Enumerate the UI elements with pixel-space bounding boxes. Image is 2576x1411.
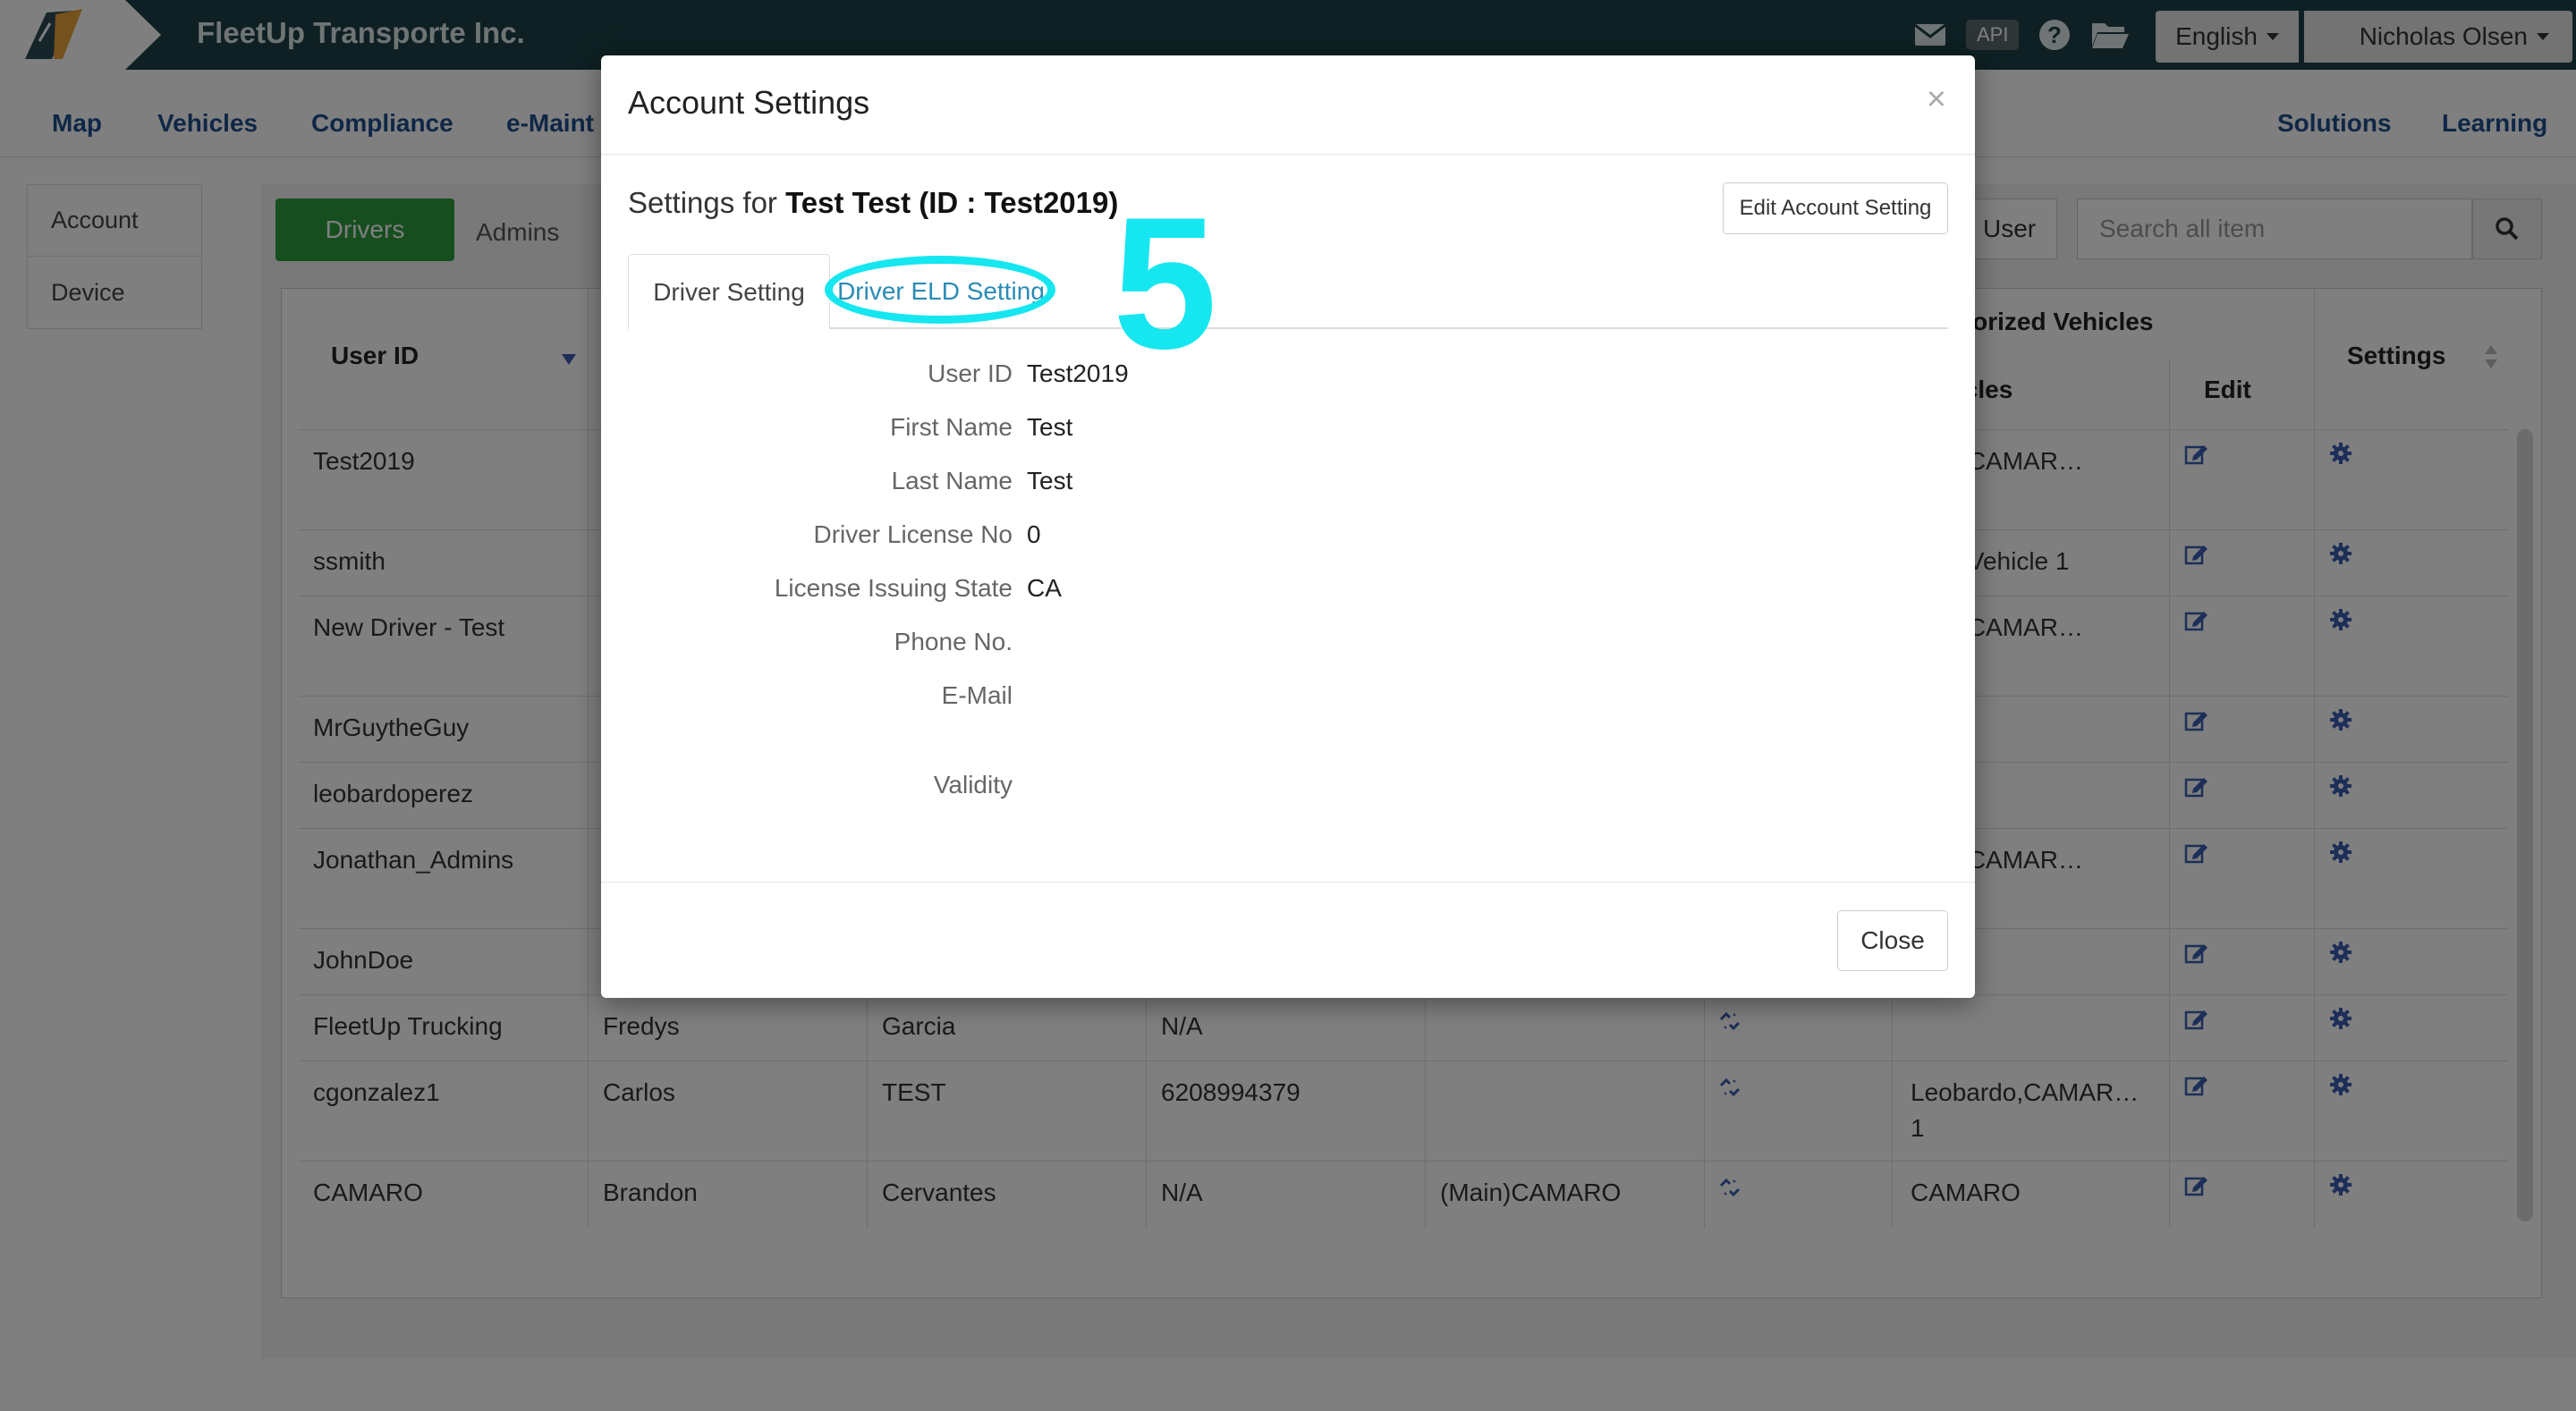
field-value: Test2019 <box>1027 359 1129 387</box>
close-button[interactable]: Close <box>1837 910 1948 971</box>
settings-for-heading: Settings for Test Test (ID : Test2019) <box>628 186 1118 220</box>
modal-footer-divider <box>601 882 1975 883</box>
field-label: Driver License No <box>813 520 1013 548</box>
edit-account-setting-button[interactable]: Edit Account Setting <box>1723 182 1948 234</box>
field-value: Test <box>1027 467 1073 494</box>
field-value: Test <box>1027 413 1073 441</box>
annotation-step-number: 5 <box>1113 178 1217 388</box>
field-value: CA <box>1027 574 1062 602</box>
field-label: First Name <box>890 413 1013 441</box>
tab-driver-setting[interactable]: Driver Setting <box>628 254 830 329</box>
settings-for-prefix: Settings for <box>628 186 786 219</box>
field-label: E-Mail <box>941 681 1013 709</box>
account-settings-modal: Account Settings × Settings for Test Tes… <box>601 55 1975 998</box>
field-label: User ID <box>928 359 1013 387</box>
field-value: 0 <box>1027 520 1041 548</box>
field-label: Validity <box>933 771 1013 798</box>
annotation-highlight-ellipse <box>825 256 1055 324</box>
modal-title: Account Settings <box>628 84 870 121</box>
field-label: License Issuing State <box>774 574 1013 602</box>
field-label: Last Name <box>891 467 1013 494</box>
settings-for-user: Test Test (ID : Test2019) <box>785 186 1119 219</box>
field-label: Phone No. <box>894 628 1013 655</box>
close-icon[interactable]: × <box>1927 80 1946 119</box>
modal-header-divider <box>601 154 1975 155</box>
